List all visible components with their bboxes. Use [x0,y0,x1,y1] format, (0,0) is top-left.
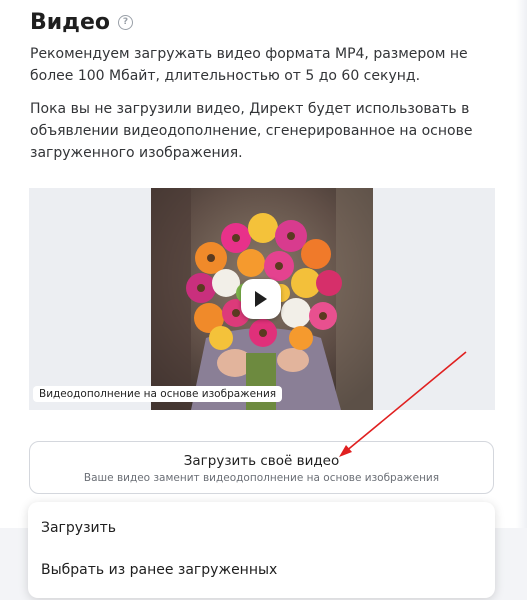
upload-button-sublabel: Ваше видео заменит видеодополнение на ос… [83,472,440,484]
recommendation-text: Рекомендуем загружать видео формата MP4,… [30,46,468,84]
preview-caption: Видеодополнение на основе изображения [33,386,283,402]
upload-button-label: Загрузить своё видео [183,453,340,469]
side-divider [516,0,527,600]
menu-item-upload[interactable]: Загрузить [41,520,116,536]
section-title-text: Видео [30,10,110,35]
upload-dropdown-menu: Загрузить Выбрать из ранее загруженных [28,502,495,598]
video-section-card: Видео ? Рекомендуем загружать видео форм… [0,0,520,530]
question-circle-icon[interactable]: ? [118,15,133,30]
section-title: Видео ? [30,10,133,35]
placeholder-note-text: Пока вы не загрузили видео, Директ будет… [30,101,473,161]
upload-own-video-button[interactable]: Загрузить своё видео Ваше видео заменит … [29,441,494,494]
video-preview: Видеодополнение на основе изображения [29,188,495,410]
menu-item-choose-uploaded[interactable]: Выбрать из ранее загруженных [41,562,277,578]
play-button[interactable] [241,279,281,319]
preview-image [151,188,373,410]
play-icon [255,291,267,307]
